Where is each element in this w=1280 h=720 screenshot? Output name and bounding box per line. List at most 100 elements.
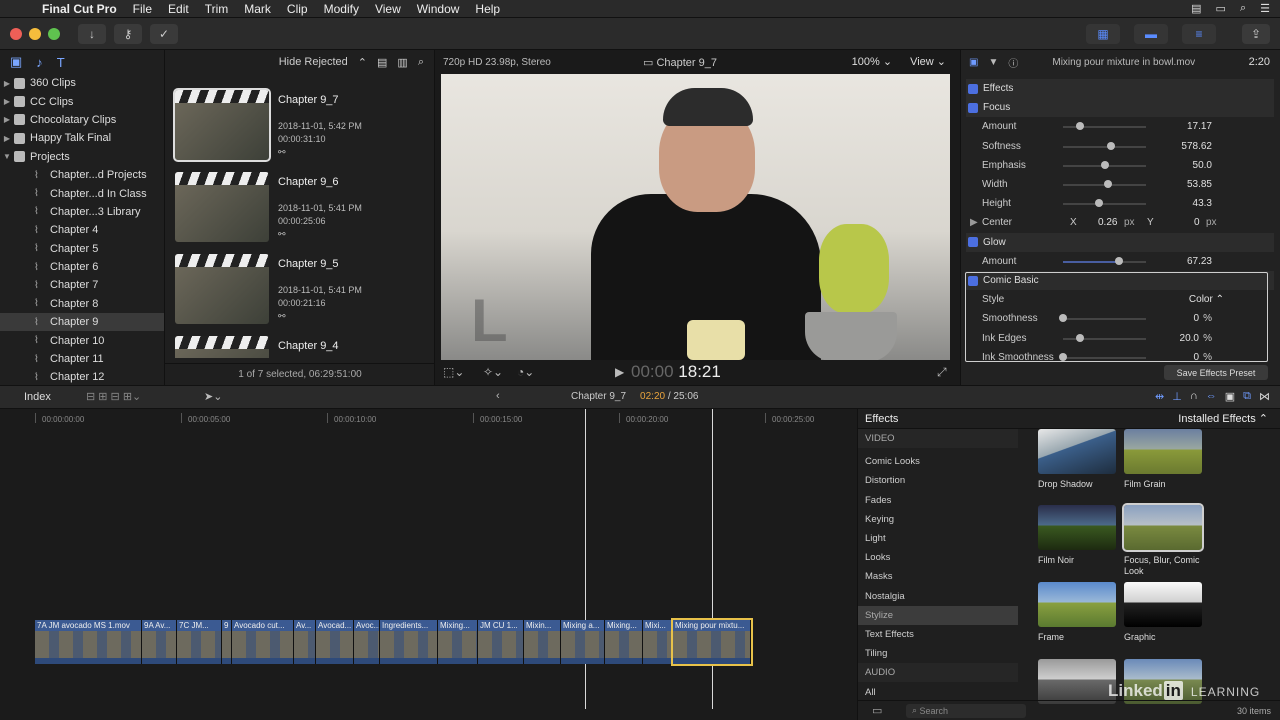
effects-category[interactable]: Distortion — [858, 471, 1018, 490]
menu-help[interactable]: Help — [467, 2, 508, 16]
show-timeline-icon[interactable]: ▬ — [1134, 23, 1168, 44]
effect-item[interactable]: Drop Shadow — [1038, 429, 1118, 490]
library-item[interactable]: ⌇ Chapter 12 — [0, 368, 164, 386]
timeline-clip[interactable]: Ingredients... — [380, 620, 438, 664]
video-inspector-icon[interactable]: ▣ — [969, 57, 978, 68]
inspector-section-header[interactable]: Effects — [966, 79, 1274, 98]
parameter-slider[interactable] — [1063, 145, 1146, 148]
effect-item[interactable]: Graphic — [1124, 582, 1204, 643]
inspector-parameter[interactable]: Softness 578.62 — [966, 137, 1274, 156]
library-item[interactable]: ⌇ Chapter 6 — [0, 258, 164, 276]
photos-audio-icon[interactable]: ♪ — [36, 55, 43, 70]
menu-extra-icon[interactable]: ▤ — [1191, 2, 1201, 15]
speed-icon[interactable]: ◔⌄ — [517, 365, 534, 379]
inspector-parameter[interactable]: Center ▶ X 0.26 px Y 0 px — [966, 213, 1274, 232]
effect-thumbnail[interactable] — [1124, 582, 1202, 627]
titles-generators-icon[interactable]: T — [57, 55, 65, 70]
installed-effects-popup[interactable]: Installed Effects ⌃ — [1178, 412, 1268, 425]
clip-thumbnail[interactable] — [173, 88, 271, 162]
effect-item[interactable]: Film Noir — [1038, 505, 1118, 566]
select-tool-icon[interactable]: ➤⌄ — [204, 390, 222, 403]
parameter-value[interactable]: 0 — [1193, 352, 1199, 363]
skimming-icon[interactable]: ⊥ — [1172, 390, 1182, 403]
transform-icon[interactable]: ⬚⌄ — [443, 365, 464, 379]
save-effects-preset-button[interactable]: Save Effects Preset — [1164, 365, 1268, 380]
timeline-clip[interactable]: Mixing... — [605, 620, 643, 664]
slider-knob[interactable] — [1100, 160, 1109, 169]
menu-window[interactable]: Window — [409, 2, 468, 16]
background-tasks-icon[interactable]: ✓ — [150, 23, 178, 44]
share-icon[interactable]: ⇪ — [1242, 23, 1270, 44]
timeline-clip[interactable]: 7A JM avocado MS 1.mov — [35, 620, 142, 664]
menu-modify[interactable]: Modify — [316, 2, 367, 16]
inspector-parameter[interactable]: Smoothness 0% — [966, 309, 1274, 328]
browser-clip[interactable]: Chapter 9_6 2018-11-01, 5:41 PM 00:00:25:0… — [175, 172, 425, 246]
slider-knob[interactable] — [1107, 141, 1116, 150]
parameter-value[interactable]: 578.62 — [1181, 141, 1212, 152]
timeline-clip[interactable]: Mixi... — [643, 620, 673, 664]
zoom-popup[interactable]: 100% ⌄ — [852, 55, 892, 68]
effect-item[interactable]: Film Grain — [1124, 429, 1204, 490]
browser-clip[interactable]: Chapter 9_7 2018-11-01, 5:42 PM 00:00:31:1… — [173, 88, 425, 164]
import-icon[interactable]: ↓ — [78, 23, 106, 44]
timeline-clip[interactable]: 9A Av... — [142, 620, 177, 664]
disclosure-icon[interactable]: ▼ — [0, 152, 14, 161]
edit-tools-icon[interactable]: ⊟ ⊞ ⊟ ⊞⌄ — [86, 390, 141, 403]
effects-category[interactable]: Light — [858, 529, 1018, 548]
effects-category[interactable]: Comic Looks — [858, 452, 1018, 471]
effects-category[interactable]: Nostalgia — [858, 587, 1018, 606]
timeline-clip[interactable]: Avoc... — [354, 620, 380, 664]
parameter-value[interactable]: 50.0 — [1193, 160, 1212, 171]
enable-checkbox[interactable] — [968, 275, 978, 286]
disclosure-icon[interactable]: ▶ — [970, 217, 978, 228]
timeline-clip[interactable]: Mixing pour mixtu... — [671, 618, 753, 666]
disclosure-icon[interactable]: ▶ — [0, 79, 14, 88]
libraries-icon[interactable]: ▣ — [10, 54, 22, 70]
timeline-clip[interactable]: 7C JM... — [177, 620, 222, 664]
parameter-slider[interactable] — [1063, 203, 1146, 206]
inspector-parameter[interactable]: Height 43.3 — [966, 194, 1274, 213]
effect-thumbnail[interactable] — [1038, 505, 1116, 550]
effects-category[interactable]: Tiling — [858, 644, 1018, 663]
library-item[interactable]: ⌇ Chapter...d In Class — [0, 184, 164, 202]
parameter-slider[interactable] — [1063, 356, 1146, 359]
clip-appearance-icon[interactable]: ▣ — [1225, 390, 1235, 403]
menu-clip[interactable]: Clip — [279, 2, 316, 16]
inspector-parameter[interactable]: Emphasis 50.0 — [966, 156, 1274, 175]
inspector-parameter[interactable]: Ink Smoothness 0% — [966, 348, 1274, 367]
slider-knob[interactable] — [1059, 352, 1067, 361]
close-window-button[interactable] — [10, 27, 22, 40]
effect-thumbnail[interactable] — [1122, 503, 1204, 552]
library-item[interactable]: ⌇ Chapter 10 — [0, 331, 164, 349]
filter-popup[interactable]: Hide Rejected — [279, 56, 348, 68]
timeline-clip[interactable]: Avocado cut... — [232, 620, 294, 664]
timeline-clip[interactable]: 9 — [222, 620, 232, 664]
clip-appearance-icon[interactable]: ▤ — [377, 56, 387, 69]
timeline[interactable]: 00:00:00:00 00:00:05:00 00:00:10:00 00:00:1… — [0, 409, 857, 720]
disclosure-icon[interactable]: ▶ — [0, 134, 14, 143]
enable-checkbox[interactable] — [968, 237, 978, 248]
inspector-parameter[interactable]: Amount 67.23 — [966, 252, 1274, 271]
list-icon[interactable]: ☰ — [1260, 2, 1270, 15]
library-item[interactable]: ⌇ Chapter 4 — [0, 221, 164, 239]
timeline-clip[interactable]: Mixin... — [524, 620, 561, 664]
show-inspector-icon[interactable]: ≡ — [1182, 23, 1216, 44]
effects-category[interactable]: Looks — [858, 548, 1018, 567]
inspector-parameter[interactable]: Width 53.85 — [966, 175, 1274, 194]
timeline-clip[interactable]: Avocad... — [316, 620, 354, 664]
effects-search-input[interactable]: ⌕ Search — [906, 703, 1026, 718]
effects-category[interactable]: Fades — [858, 491, 1018, 510]
playhead[interactable] — [712, 409, 713, 709]
clip-thumbnail[interactable] — [175, 336, 269, 358]
browser-clip[interactable]: Chapter 9_4⚯ — [175, 336, 425, 358]
effects-category[interactable]: Text Effects — [858, 625, 1018, 644]
inspector-section-header[interactable]: Comic Basic — [966, 271, 1274, 290]
video-frame[interactable]: L — [441, 74, 950, 360]
browser-clip[interactable]: Chapter 9_5 2018-11-01, 5:41 PM 00:00:21:1… — [175, 254, 425, 328]
back-icon[interactable]: ‹ — [496, 390, 500, 402]
view-popup[interactable]: View ⌄ — [910, 55, 946, 68]
parameter-value[interactable]: 53.85 — [1187, 179, 1212, 190]
disclosure-icon[interactable]: ▶ — [0, 115, 14, 124]
inspector-parameter[interactable]: Ink Edges 20.0% — [966, 329, 1274, 348]
effect-thumbnail[interactable] — [1038, 429, 1116, 474]
